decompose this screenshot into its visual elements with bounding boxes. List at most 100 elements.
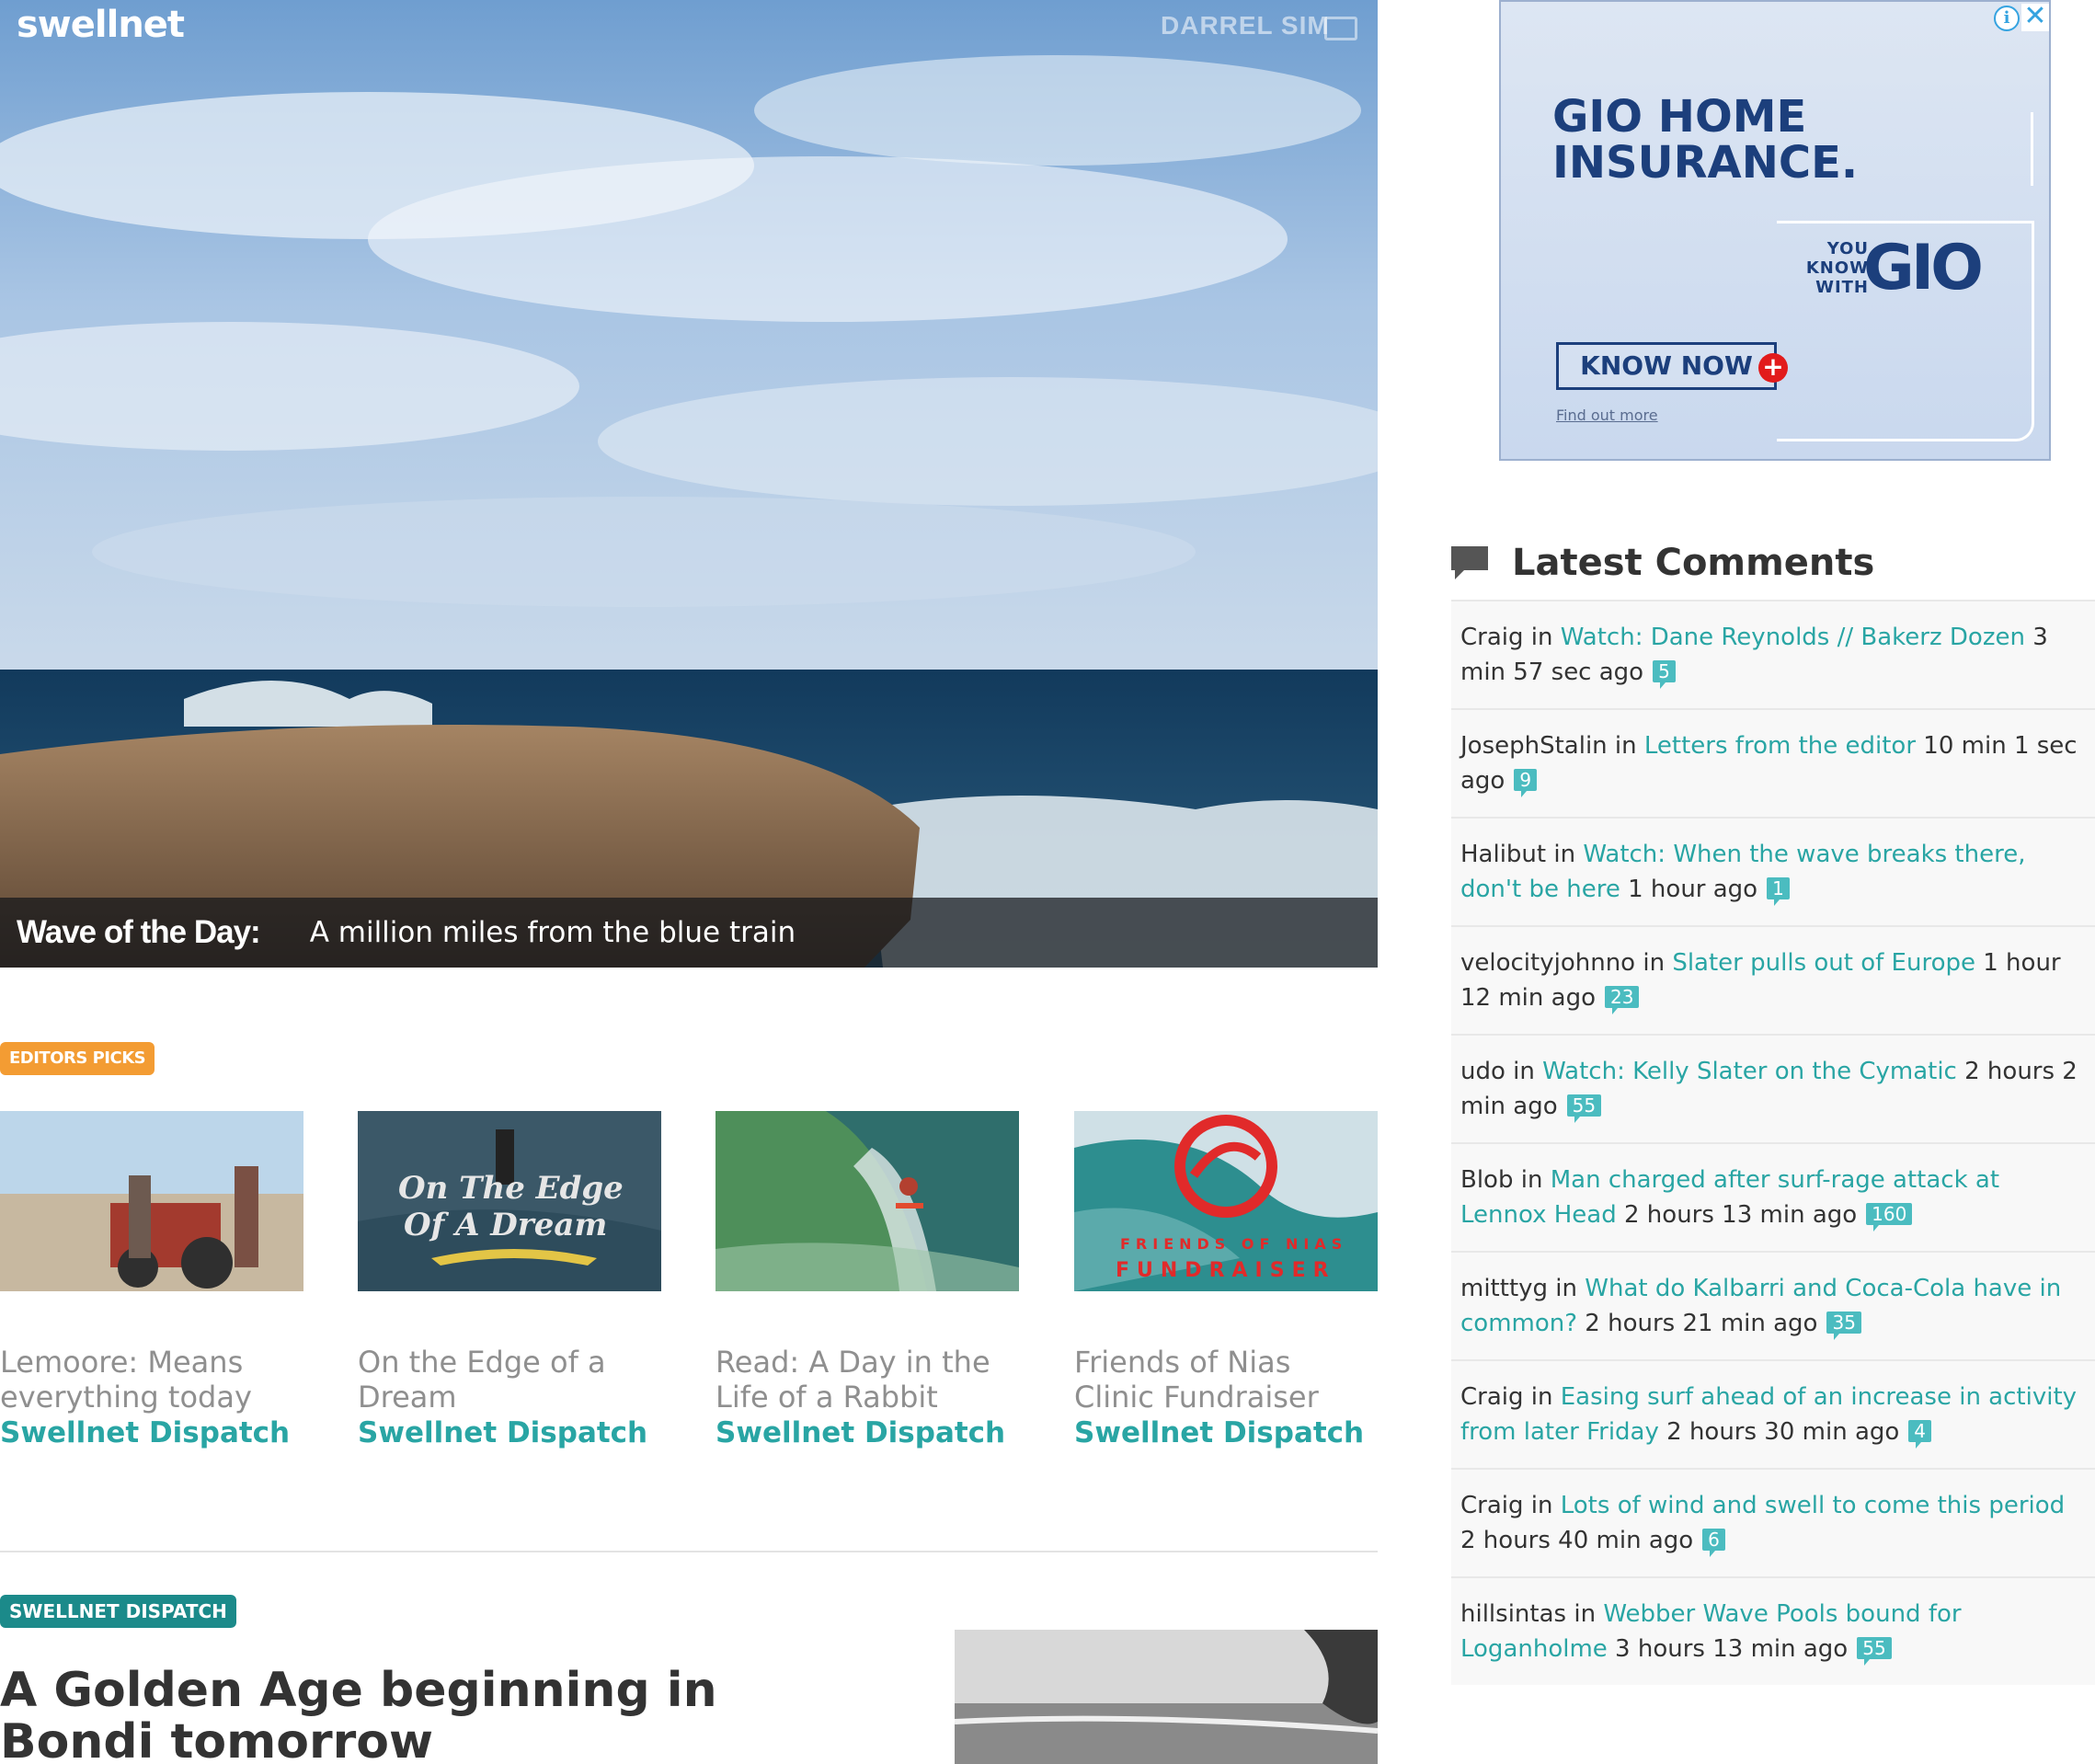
pick-title[interactable]: On the Edge of a Dream xyxy=(358,1345,661,1415)
pick-card[interactable]: Lemoore: Means everything today Swellnet… xyxy=(0,1111,303,1451)
ad-close-icon[interactable]: ✕ xyxy=(2021,3,2049,31)
comment-count-badge[interactable]: 6 xyxy=(1702,1529,1725,1557)
comment-count-badge[interactable]: 55 xyxy=(1857,1637,1892,1666)
pick-section[interactable]: Swellnet Dispatch xyxy=(716,1415,1019,1451)
pick-thumb-text: FRIENDS OF NIAS xyxy=(1120,1235,1347,1253)
comment-user[interactable]: Craig xyxy=(1460,1383,1524,1411)
comment-link[interactable]: Letters from the editor xyxy=(1644,732,1916,760)
ad-info-icon[interactable]: i xyxy=(1994,6,2020,31)
ad-frame-line xyxy=(2031,112,2033,186)
comment-in: in xyxy=(1523,1383,1561,1411)
pick-section[interactable]: Swellnet Dispatch xyxy=(1074,1415,1378,1451)
ad-tagline-2: KNOW xyxy=(1805,258,1869,278)
hero-caption-bar[interactable]: Wave of the Day: A million miles from th… xyxy=(0,898,1378,968)
pick-thumbnail[interactable]: FRIENDS OF NIAS FUNDRAISER xyxy=(1074,1111,1378,1291)
comment-link[interactable]: Lots of wind and swell to come this peri… xyxy=(1561,1492,2065,1519)
hero-photo xyxy=(0,0,1378,968)
comment-time: 1 hour ago xyxy=(1620,876,1758,903)
comment-time: 2 hours 13 min ago xyxy=(1616,1201,1858,1229)
comment-link[interactable]: Watch: Kelly Slater on the Cymatic xyxy=(1542,1058,1957,1085)
comment-count-badge[interactable]: 160 xyxy=(1866,1203,1913,1231)
comment-user[interactable]: udo xyxy=(1460,1058,1505,1085)
pick-section[interactable]: Swellnet Dispatch xyxy=(0,1415,303,1451)
comment-item: velocityjohnno in Slater pulls out of Eu… xyxy=(1451,925,2095,1034)
comment-count-badge[interactable]: 55 xyxy=(1566,1094,1602,1123)
article-thumbnail[interactable] xyxy=(955,1630,1378,1764)
pick-card[interactable]: FRIENDS OF NIAS FUNDRAISER Friends of Ni… xyxy=(1074,1111,1378,1451)
comment-user[interactable]: velocityjohnno xyxy=(1460,949,1635,977)
comment-item: Halibut in Watch: When the wave breaks t… xyxy=(1451,817,2095,925)
pick-thumb-text: FUNDRAISER xyxy=(1116,1259,1336,1282)
comment-in: in xyxy=(1523,624,1561,651)
ad-tagline: YOU KNOW WITH xyxy=(1777,239,1869,297)
comment-item: hillsintas in Webber Wave Pools bound fo… xyxy=(1451,1576,2095,1685)
comment-user[interactable]: Craig xyxy=(1460,624,1524,651)
comment-in: in xyxy=(1505,1058,1543,1085)
pick-thumb-text: Of A Dream xyxy=(404,1207,607,1243)
gio-logo: GIO xyxy=(1863,235,1985,300)
speech-bubble-icon xyxy=(1451,546,1488,579)
pick-title[interactable]: Friends of Nias Clinic Fundraiser xyxy=(1074,1345,1378,1415)
comment-item: Blob in Man charged after surf-rage atta… xyxy=(1451,1142,2095,1251)
ad-title-line-2: INSURANCE. xyxy=(1552,137,1859,189)
gio-advertisement[interactable]: i ✕ GIO HOME INSURANCE. YOU KNOW WITH GI… xyxy=(1499,0,2051,461)
comment-user[interactable]: JosephStalin xyxy=(1460,732,1608,760)
comment-time: 2 hours 40 min ago xyxy=(1460,1527,1694,1554)
latest-comments-header: Latest Comments xyxy=(1449,535,1874,590)
comment-count-badge[interactable]: 1 xyxy=(1767,877,1790,906)
comment-user[interactable]: hillsintas xyxy=(1460,1600,1566,1628)
site-logo[interactable]: swellnet xyxy=(17,4,185,46)
comment-item: udo in Watch: Kelly Slater on the Cymati… xyxy=(1451,1034,2095,1142)
comment-user[interactable]: Craig xyxy=(1460,1492,1524,1519)
comment-in: in xyxy=(1635,949,1673,977)
latest-comments-title: Latest Comments xyxy=(1512,542,1875,584)
comment-user[interactable]: Halibut xyxy=(1460,841,1546,868)
comment-link[interactable]: Watch: Dane Reynolds // Bakerz Dozen xyxy=(1561,624,2025,651)
comment-in: in xyxy=(1566,1600,1604,1628)
comment-in: in xyxy=(1523,1492,1561,1519)
pick-thumbnail[interactable]: On The Edge Of A Dream xyxy=(358,1111,661,1291)
article-headline[interactable]: A Golden Age beginning in Bondi tomorrow xyxy=(0,1665,883,1764)
svg-text:GIO: GIO xyxy=(1863,235,1981,300)
find-out-more-link[interactable]: Find out more xyxy=(1556,407,1658,424)
photo-credit: DARREL SIM xyxy=(1161,11,1330,40)
pick-card[interactable]: Read: A Day in the Life of a Rabbit Swel… xyxy=(716,1111,1019,1451)
pick-section[interactable]: Swellnet Dispatch xyxy=(358,1415,661,1451)
swellnet-dispatch-badge[interactable]: SWELLNET DISPATCH xyxy=(0,1595,236,1628)
camera-icon xyxy=(1324,17,1357,40)
editors-picks-badge: EDITORS PICKS xyxy=(0,1042,155,1075)
comment-in: in xyxy=(1546,841,1584,868)
ad-tagline-3: WITH xyxy=(1815,278,1869,297)
hero-title[interactable]: A million miles from the blue train xyxy=(310,916,796,949)
comment-link[interactable]: Slater pulls out of Europe xyxy=(1672,949,1975,977)
pick-thumbnail[interactable] xyxy=(0,1111,303,1291)
pick-title[interactable]: Lemoore: Means everything today xyxy=(0,1345,303,1415)
comment-item: Craig in Lots of wind and swell to come … xyxy=(1451,1468,2095,1576)
section-divider xyxy=(0,1551,1378,1552)
comment-user[interactable]: Blob xyxy=(1460,1166,1513,1194)
comment-list: Craig in Watch: Dane Reynolds // Bakerz … xyxy=(1451,600,2095,1685)
comment-count-badge[interactable]: 23 xyxy=(1605,986,1640,1014)
comment-time: 2 hours 21 min ago xyxy=(1577,1310,1818,1337)
comment-user[interactable]: mitttyg xyxy=(1460,1275,1548,1302)
ad-title: GIO HOME INSURANCE. xyxy=(1552,94,1858,186)
comment-item: Craig in Watch: Dane Reynolds // Bakerz … xyxy=(1451,600,2095,708)
comment-count-badge[interactable]: 35 xyxy=(1826,1312,1861,1340)
comment-count-badge[interactable]: 4 xyxy=(1908,1420,1932,1449)
comment-in: in xyxy=(1548,1275,1586,1302)
plus-icon[interactable]: + xyxy=(1758,353,1788,383)
comment-count-badge[interactable]: 5 xyxy=(1653,660,1676,689)
pick-thumbnail[interactable] xyxy=(716,1111,1019,1291)
comment-time: 2 hours 30 min ago xyxy=(1658,1418,1900,1446)
pick-title[interactable]: Read: A Day in the Life of a Rabbit xyxy=(716,1345,1019,1415)
know-now-button[interactable]: KNOW NOW xyxy=(1556,342,1777,390)
hero-label: Wave of the Day: xyxy=(17,914,261,950)
comment-time: 3 hours 13 min ago xyxy=(1607,1635,1849,1663)
comment-in: in xyxy=(1513,1166,1551,1194)
comment-count-badge[interactable]: 9 xyxy=(1514,769,1538,797)
pick-thumb-text: On The Edge xyxy=(398,1170,624,1207)
ad-tagline-1: YOU xyxy=(1826,239,1869,258)
hero-feature[interactable]: swellnet DARREL SIM Wave of the Day: A m… xyxy=(0,0,1378,968)
comment-item: JosephStalin in Letters from the editor … xyxy=(1451,708,2095,817)
pick-card[interactable]: On The Edge Of A Dream On the Edge of a … xyxy=(358,1111,661,1451)
